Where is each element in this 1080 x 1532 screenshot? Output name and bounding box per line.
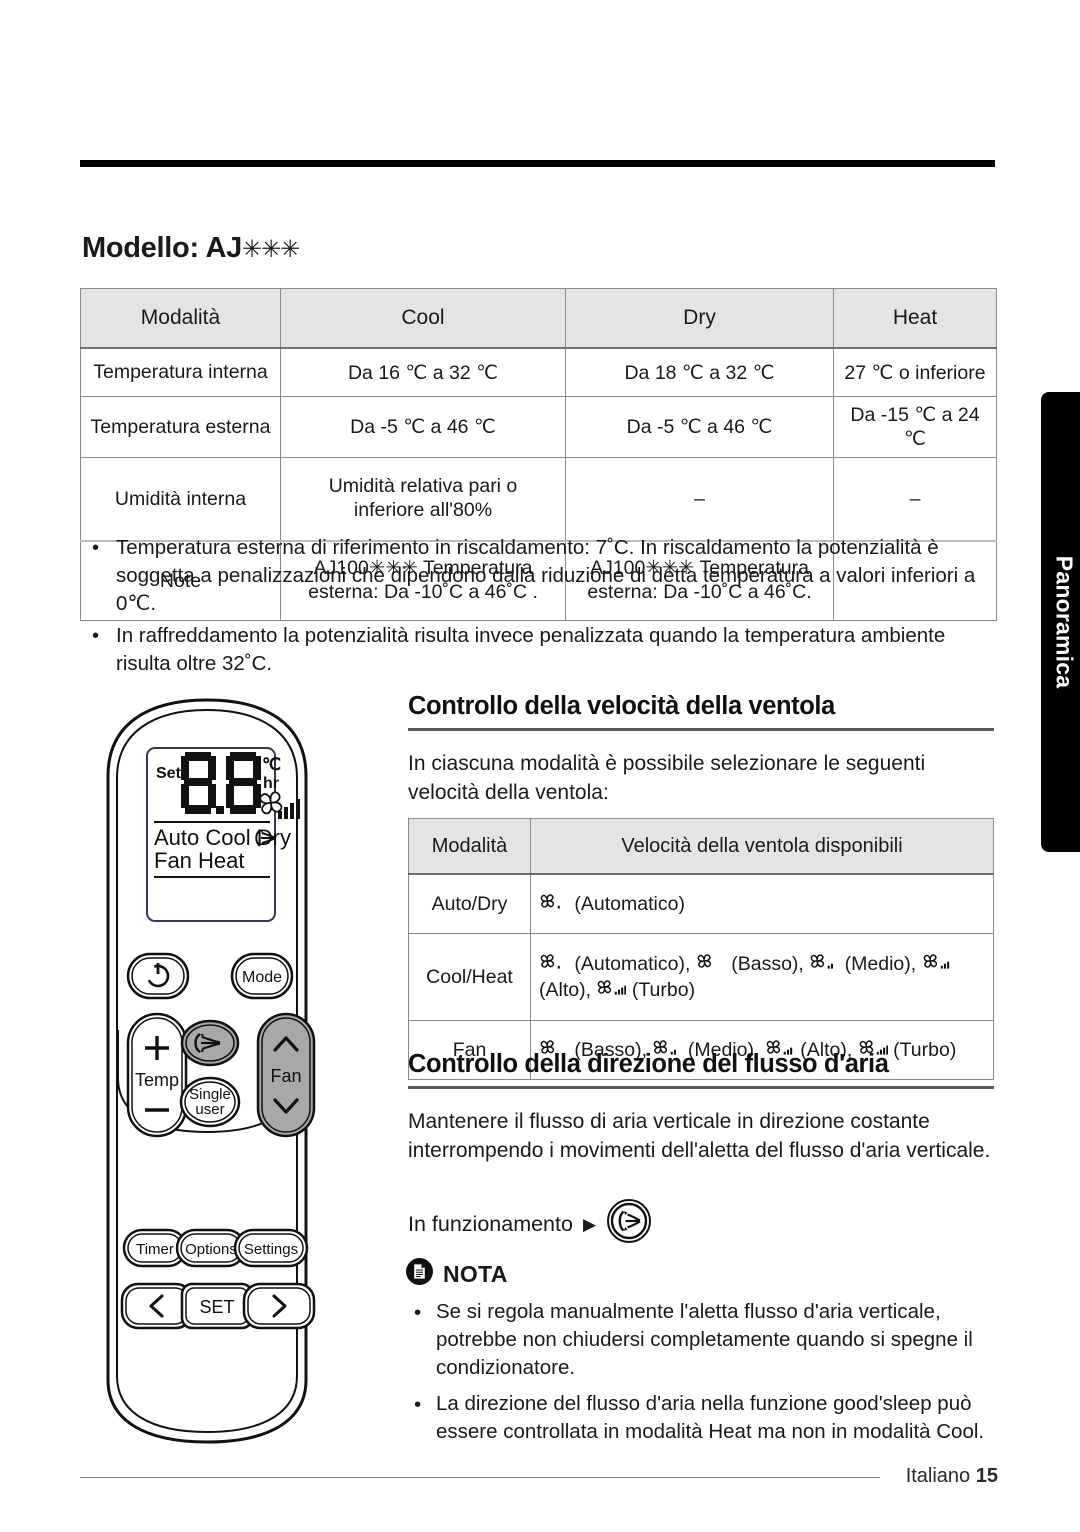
operating-indicator: In funzionamento ▶ bbox=[408, 1198, 652, 1250]
remote-control-illustration: Set ℃ hr Auto Cool Dry Fan Heat Mode Tem… bbox=[72, 690, 382, 1452]
note-box: NOTA • Se si regola manualmente l'aletta… bbox=[406, 1258, 996, 1454]
fan-speed-label: (Automatico), bbox=[574, 952, 691, 975]
footer: Italiano 15 bbox=[906, 1465, 998, 1488]
table-header-row: Modalità Cool Dry Heat bbox=[80, 288, 997, 349]
list-item-text: Se si regola manualmente l'aletta flusso… bbox=[436, 1300, 973, 1380]
svg-text:hr: hr bbox=[263, 775, 279, 792]
section-heading-airflow: Controllo della direzione del flusso d'a… bbox=[408, 1050, 889, 1078]
airflow-section: Controllo della direzione del flusso d'a… bbox=[408, 1050, 994, 1166]
table-row: Umidità interna Umidità relativa pari o … bbox=[80, 457, 997, 542]
fan-row-speeds: (Automatico), (Basso), (Medio), (Alto), … bbox=[530, 933, 994, 1021]
document-note-icon bbox=[406, 1258, 433, 1290]
footer-rule bbox=[80, 1477, 880, 1478]
bullet-dot: • bbox=[92, 537, 100, 559]
cell-heat: 27 ℃ o inferiore bbox=[833, 347, 997, 397]
row-label: Temperatura esterna bbox=[80, 396, 281, 458]
side-tab-panoramica: Panoramica bbox=[1041, 392, 1080, 852]
fan-speed-label: (Medio), bbox=[844, 952, 917, 975]
svg-text:Mode: Mode bbox=[242, 969, 282, 986]
airflow-swing-icon bbox=[606, 1198, 652, 1250]
list-item-text: Temperatura esterna di riferimento in ri… bbox=[116, 536, 976, 616]
svg-text:Timer: Timer bbox=[136, 1241, 174, 1258]
svg-text:℃: ℃ bbox=[262, 755, 281, 774]
note-header: NOTA bbox=[406, 1258, 996, 1290]
col-header-modalita: Modalità bbox=[80, 288, 281, 349]
row-label: Temperatura interna bbox=[80, 347, 281, 397]
footer-page-number: 15 bbox=[975, 1465, 998, 1487]
table-row: Temperatura esterna Da -5 ℃ a 46 ℃ Da -5… bbox=[80, 396, 997, 458]
section-rule bbox=[408, 728, 994, 731]
footer-language: Italiano bbox=[905, 1465, 971, 1487]
page-title: Modello: AJ✳✳✳ bbox=[82, 232, 300, 265]
document-page: Panoramica Modello: AJ✳✳✳ Modalità Cool … bbox=[0, 0, 1080, 1532]
model-stars: ✳✳✳ bbox=[241, 236, 300, 263]
fan-turbo-icon bbox=[596, 979, 627, 1001]
fan-section-paragraph: In ciascuna modalità è possibile selezio… bbox=[408, 752, 926, 805]
bullet-dot: • bbox=[92, 625, 100, 648]
airflow-section-paragraph: Mantenere il flusso di aria verticale in… bbox=[408, 1110, 991, 1163]
col-header-velocita: Velocità della ventola disponibili bbox=[530, 818, 994, 875]
cell-cool: Da -5 ℃ a 46 ℃ bbox=[280, 396, 566, 458]
bullet-dot: • bbox=[414, 1393, 422, 1417]
spec-notes-list: • Temperatura esterna di riferimento in … bbox=[80, 534, 996, 682]
row-label: Umidità interna bbox=[80, 457, 281, 542]
fan-auto-icon bbox=[539, 953, 569, 975]
cell-cool: Da 16 ℃ a 32 ℃ bbox=[280, 347, 566, 397]
svg-text:user: user bbox=[195, 1101, 224, 1118]
list-item-text: In raffreddamento la potenzialità risult… bbox=[116, 624, 946, 676]
svg-text:Options: Options bbox=[185, 1241, 237, 1258]
section-rule bbox=[408, 1086, 994, 1089]
fan-speed-label: (Basso), bbox=[731, 952, 804, 975]
list-item-text: La direzione del flusso d'aria nella fun… bbox=[436, 1392, 985, 1444]
bullet-dot: • bbox=[414, 1301, 422, 1324]
cell-cool: Umidità relativa pari o inferiore all'80… bbox=[280, 457, 566, 542]
cell-heat: – bbox=[833, 457, 997, 542]
col-header-modalita: Modalità bbox=[408, 818, 531, 875]
fan-row-speeds: (Automatico) bbox=[530, 873, 994, 934]
fan-row-mode: Cool/Heat bbox=[408, 933, 531, 1021]
model-title-text: Modello: AJ bbox=[82, 232, 242, 264]
top-rule bbox=[80, 160, 995, 167]
svg-text:Temp: Temp bbox=[135, 1070, 179, 1090]
col-header-cool: Cool bbox=[280, 288, 566, 349]
svg-text:Settings: Settings bbox=[244, 1241, 298, 1258]
table-row: Cool/Heat (Automatico), (Basso), (Medio)… bbox=[408, 933, 994, 1021]
cell-line-2: inferiore all'80% bbox=[353, 499, 493, 521]
cell-dry: Da -5 ℃ a 46 ℃ bbox=[565, 396, 834, 458]
list-item: • Temperatura esterna di riferimento in … bbox=[80, 534, 996, 618]
cell-dry: Da 18 ℃ a 32 ℃ bbox=[565, 347, 834, 397]
svg-text:SET: SET bbox=[199, 1297, 234, 1317]
cell-heat: Da -15 ℃ a 24 ℃ bbox=[833, 396, 997, 458]
col-header-dry: Dry bbox=[565, 288, 834, 349]
fan-speed-label: (Turbo) bbox=[631, 979, 696, 1001]
note-list: • Se si regola manualmente l'aletta flus… bbox=[406, 1298, 996, 1446]
fan-speed-table: Modalità Velocità della ventola disponib… bbox=[408, 818, 994, 1080]
fan-row-mode: Auto/Dry bbox=[408, 873, 531, 934]
list-item: • La direzione del flusso d'aria nella f… bbox=[406, 1390, 996, 1446]
list-item: • In raffreddamento la potenzialità risu… bbox=[80, 622, 996, 678]
cell-dry: – bbox=[565, 457, 834, 542]
svg-text:Fan: Fan bbox=[270, 1066, 301, 1086]
table-header-row: Modalità Velocità della ventola disponib… bbox=[408, 818, 994, 875]
note-title: NOTA bbox=[443, 1260, 508, 1287]
fan-high-icon bbox=[922, 953, 952, 975]
operating-label: In funzionamento bbox=[408, 1211, 573, 1236]
table-row: Auto/Dry (Automatico) bbox=[408, 873, 994, 934]
fan-medium-icon bbox=[809, 953, 839, 975]
cell-line-1: Umidità relativa pari o bbox=[328, 475, 518, 498]
fan-auto-icon bbox=[539, 893, 569, 915]
side-tab-label: Panoramica bbox=[1051, 555, 1078, 689]
play-arrow-icon: ▶ bbox=[582, 1214, 597, 1234]
fan-speed-label: (Alto), bbox=[539, 979, 592, 1001]
fan-speed-label: (Automatico) bbox=[574, 893, 685, 915]
col-header-heat: Heat bbox=[833, 288, 997, 349]
svg-text:Set: Set bbox=[156, 765, 182, 782]
list-item: • Se si regola manualmente l'aletta flus… bbox=[406, 1298, 996, 1382]
section-heading-fan: Controllo della velocità della ventola bbox=[408, 692, 835, 720]
svg-text:Fan Heat: Fan Heat bbox=[154, 848, 245, 873]
fan-low-icon bbox=[696, 953, 726, 975]
fan-speed-section: Controllo della velocità della ventola I… bbox=[408, 692, 994, 808]
table-row: Temperatura interna Da 16 ℃ a 32 ℃ Da 18… bbox=[80, 347, 997, 397]
